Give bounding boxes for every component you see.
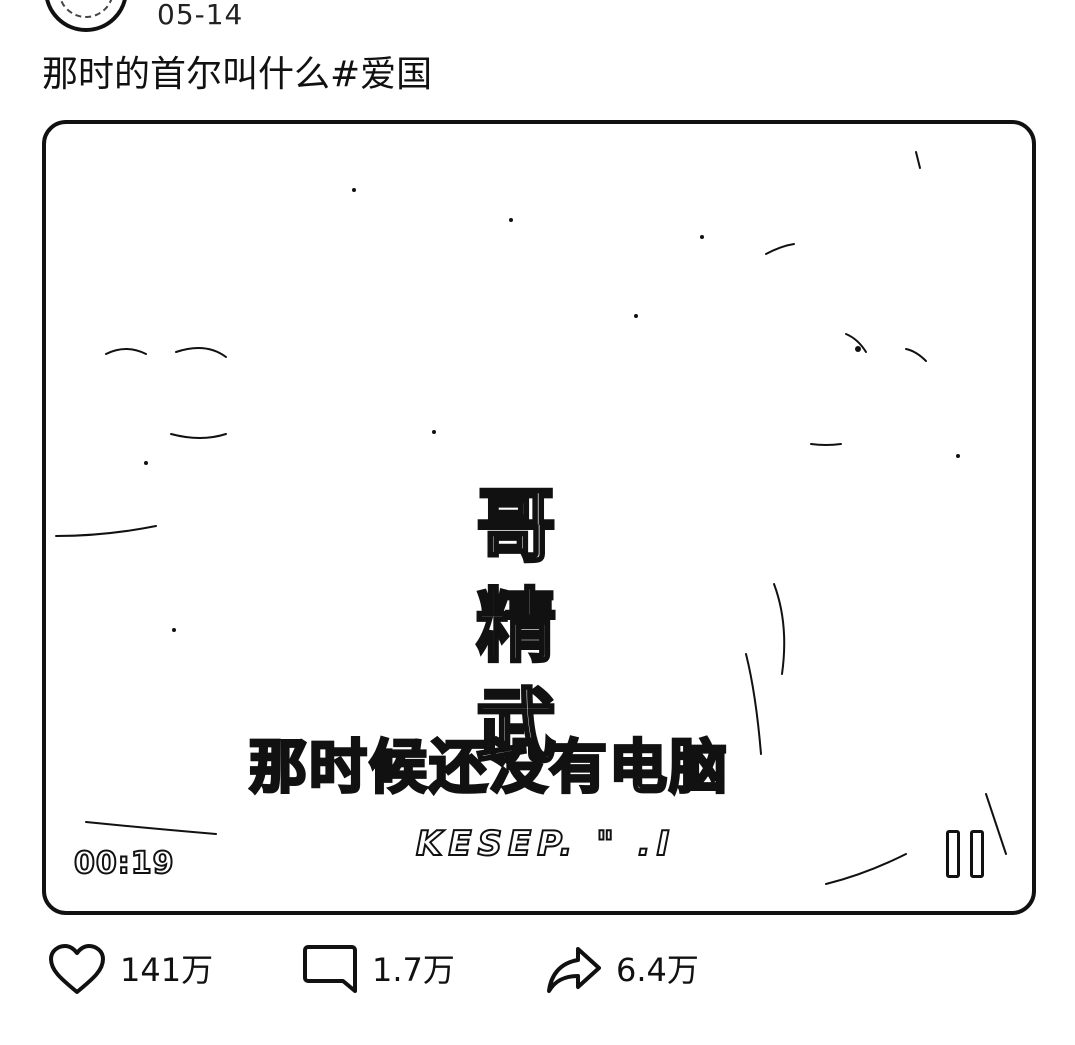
video-timestamp: 00:19 <box>73 845 175 882</box>
heart-outline-icon <box>49 944 105 994</box>
pause-bar-left <box>946 830 960 878</box>
comment-bubble-icon <box>303 945 357 993</box>
comment-count: 1.7万 <box>372 951 455 989</box>
video-center-char: 精 <box>475 578 558 675</box>
video-center-title: 哥 精 武 <box>466 476 566 776</box>
pause-icon[interactable] <box>946 830 996 890</box>
post-date: 05-14 <box>157 0 244 31</box>
comment-button[interactable]: 1.7万 <box>302 940 455 1000</box>
video-player[interactable]: 哥 精 武 那时候还没有电脑 KESEP. " .I 00:19 <box>42 120 1036 915</box>
share-arrow-icon <box>547 947 601 993</box>
share-count: 6.4万 <box>616 951 699 989</box>
post-actions-bar: 141万 1.7万 6.4万 <box>0 940 1075 1000</box>
share-button[interactable]: 6.4万 <box>546 940 699 1000</box>
post-caption: 那时的首尔叫什么#爱国 <box>42 54 433 95</box>
video-watermark: KESEP. " .I <box>415 823 676 865</box>
video-center-char: 哥 <box>475 478 558 575</box>
like-count: 141万 <box>120 951 214 989</box>
like-button[interactable]: 141万 <box>48 940 213 1000</box>
video-subtitle: 那时候还没有电脑 <box>247 732 729 803</box>
avatar-emblem <box>58 0 114 18</box>
pause-bar-right <box>970 830 984 878</box>
avatar[interactable] <box>44 0 128 32</box>
